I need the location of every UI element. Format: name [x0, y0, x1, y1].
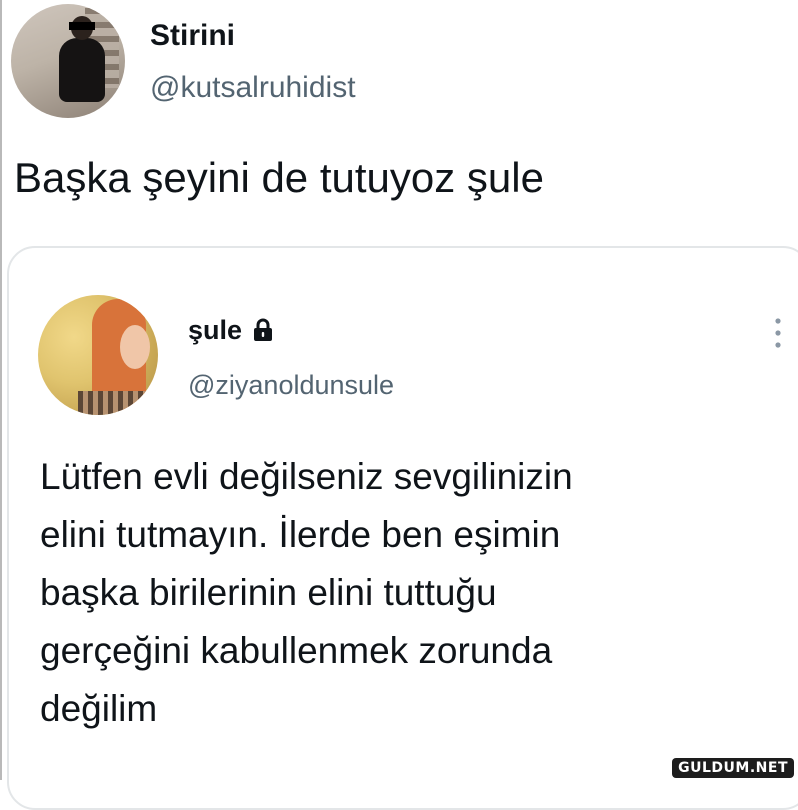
left-border	[0, 0, 2, 780]
quoted-tweet-text: Lütfen evli değilseniz sevgilinizin elin…	[40, 448, 770, 738]
quoted-name-row: şule	[188, 314, 274, 346]
quoted-text-line: başka birilerinin elini tuttuğu	[40, 572, 497, 613]
quoted-display-name[interactable]: şule	[188, 314, 242, 346]
lock-icon	[252, 318, 274, 342]
quoted-avatar[interactable]	[38, 295, 158, 415]
watermark: GULDUM.NET	[672, 758, 794, 778]
avatar-pattern	[78, 391, 148, 415]
avatar-person	[59, 38, 105, 102]
tweet-text: Başka şeyini de tutuyoz şule	[14, 154, 544, 201]
display-name[interactable]: Stirini	[150, 18, 235, 54]
avatar[interactable]	[11, 4, 125, 118]
quoted-text-line: elini tutmayın. İlerde ben eşimin	[40, 514, 561, 555]
avatar-censor-bar	[69, 22, 95, 30]
quoted-text-line: gerçeğini kabullenmek zorunda	[40, 630, 553, 671]
user-handle[interactable]: @kutsalruhidist	[150, 70, 356, 106]
quoted-user-handle[interactable]: @ziyanoldunsule	[188, 368, 394, 402]
quoted-text-line: Lütfen evli değilseniz sevgilinizin	[40, 456, 573, 497]
quoted-text-line: değilim	[40, 688, 158, 729]
avatar-face	[120, 325, 150, 369]
more-vertical-icon[interactable]	[770, 316, 786, 350]
